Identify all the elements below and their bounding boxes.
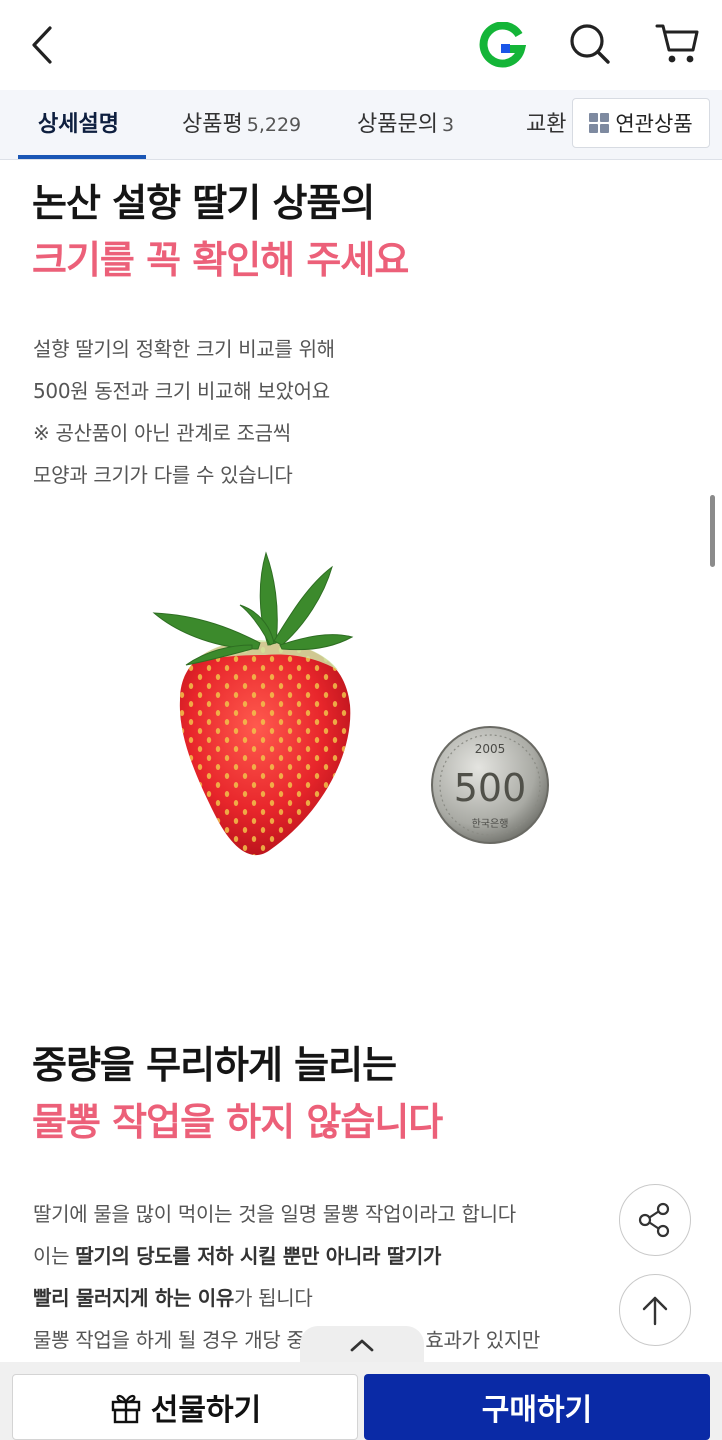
chevron-up-icon	[350, 1339, 374, 1352]
section1-text-line: 모양과 크기가 다를 수 있습니다	[33, 463, 293, 487]
section2-text-line: 딸기에 물을 많이 먹이는 것을 일명 물뽕 작업이라고 합니다	[33, 1202, 516, 1226]
500-won-coin: 2005 500 한국은행	[431, 726, 549, 844]
section2-heading-line2: 물뽕 작업을 하지 않습니다	[32, 1100, 443, 1144]
tab-details[interactable]: 상세설명	[38, 90, 119, 160]
strawberry	[179, 640, 351, 856]
section2-text-prefix: 이는	[33, 1244, 76, 1268]
section1-heading-line1: 논산 설향 딸기 상품의	[32, 181, 375, 225]
section2-text-suffix: 가 됩니다	[234, 1286, 313, 1310]
tab-reviews[interactable]: 상품평 5,229	[182, 90, 301, 160]
buy-button[interactable]: 구매하기	[364, 1374, 710, 1440]
detail-tabs: 상세설명 상품평 5,229 상품문의 3 교환 연관상품	[0, 90, 722, 160]
section2-text-emphasis: 딸기의 당도를 저하 시킬 뿐만 아니라 딸기가	[75, 1244, 442, 1268]
search-icon	[570, 24, 610, 64]
buy-button-label: 구매하기	[481, 1393, 593, 1428]
arrow-up-icon	[642, 1296, 668, 1326]
gift-button-label: 선물하기	[150, 1393, 262, 1428]
gift-icon	[111, 1394, 140, 1424]
tab-inquiries[interactable]: 상품문의 3	[357, 90, 454, 160]
scroll-indicator[interactable]	[710, 495, 715, 567]
section1-text-line: 설향 딸기의 정확한 크기 비교를 위해	[33, 337, 335, 361]
section2-heading-line1: 중량을 무리하게 늘리는	[32, 1043, 397, 1087]
section1-text-line: 500원 동전과 크기 비교해 보았어요	[33, 379, 330, 403]
top-header	[0, 0, 722, 90]
tab-label: 상품문의	[357, 112, 438, 137]
chevron-left-icon	[32, 26, 52, 64]
coin-year: 2005	[475, 742, 506, 756]
related-products-button[interactable]: 연관상품	[572, 98, 710, 148]
tab-label: 상세설명	[38, 112, 119, 137]
strawberry-size-comparison-image: 2005 500 한국은행	[152, 551, 549, 856]
related-products-label: 연관상품	[615, 112, 693, 136]
strawberry-leaves	[152, 551, 354, 666]
g-logo-icon	[479, 21, 527, 68]
coin-country: 한국은행	[472, 818, 509, 830]
cart-icon	[655, 24, 699, 63]
section1-text-line: ※ 공산품이 아닌 관계로 조금씩	[33, 421, 291, 445]
expand-purchase-panel-handle[interactable]	[300, 1326, 424, 1364]
inquiry-count: 3	[441, 114, 455, 136]
scroll-to-top-button[interactable]	[619, 1274, 691, 1346]
product-detail-content: 논산 설향 딸기 상품의 크기를 꼭 확인해 주세요 설향 딸기의 정확한 크기…	[0, 160, 722, 1362]
gift-button[interactable]: 선물하기	[12, 1374, 358, 1440]
tab-label: 교환	[526, 112, 567, 137]
section2-text-line: 빨리 물러지게 하는 이유가 됩니다	[33, 1277, 313, 1319]
section2-text-emphasis: 빨리 물러지게 하는 이유	[33, 1286, 234, 1310]
grid-icon	[589, 113, 610, 133]
cart-button[interactable]	[654, 18, 702, 68]
bottom-action-bar: 선물하기 구매하기	[0, 1362, 722, 1440]
section1-heading-line2: 크기를 꼭 확인해 주세요	[32, 238, 409, 282]
active-tab-indicator	[18, 155, 146, 159]
review-count: 5,229	[246, 114, 302, 136]
section2-text-line: 물뽕 작업을 하게 될 경우 개당 중량이 늘어나는 효과가 있지만	[33, 1328, 541, 1352]
gmarket-logo[interactable]	[478, 21, 527, 70]
back-button[interactable]	[22, 20, 66, 70]
coin-value: 500	[454, 766, 527, 810]
tab-exchange[interactable]: 교환	[526, 90, 566, 160]
section2-text-line: 이는 딸기의 당도를 저하 시킬 뿐만 아니라 딸기가	[33, 1235, 441, 1277]
search-button[interactable]	[566, 20, 614, 68]
tab-label: 상품평	[182, 112, 243, 137]
share-button[interactable]	[619, 1184, 691, 1256]
share-icon	[638, 1202, 670, 1238]
